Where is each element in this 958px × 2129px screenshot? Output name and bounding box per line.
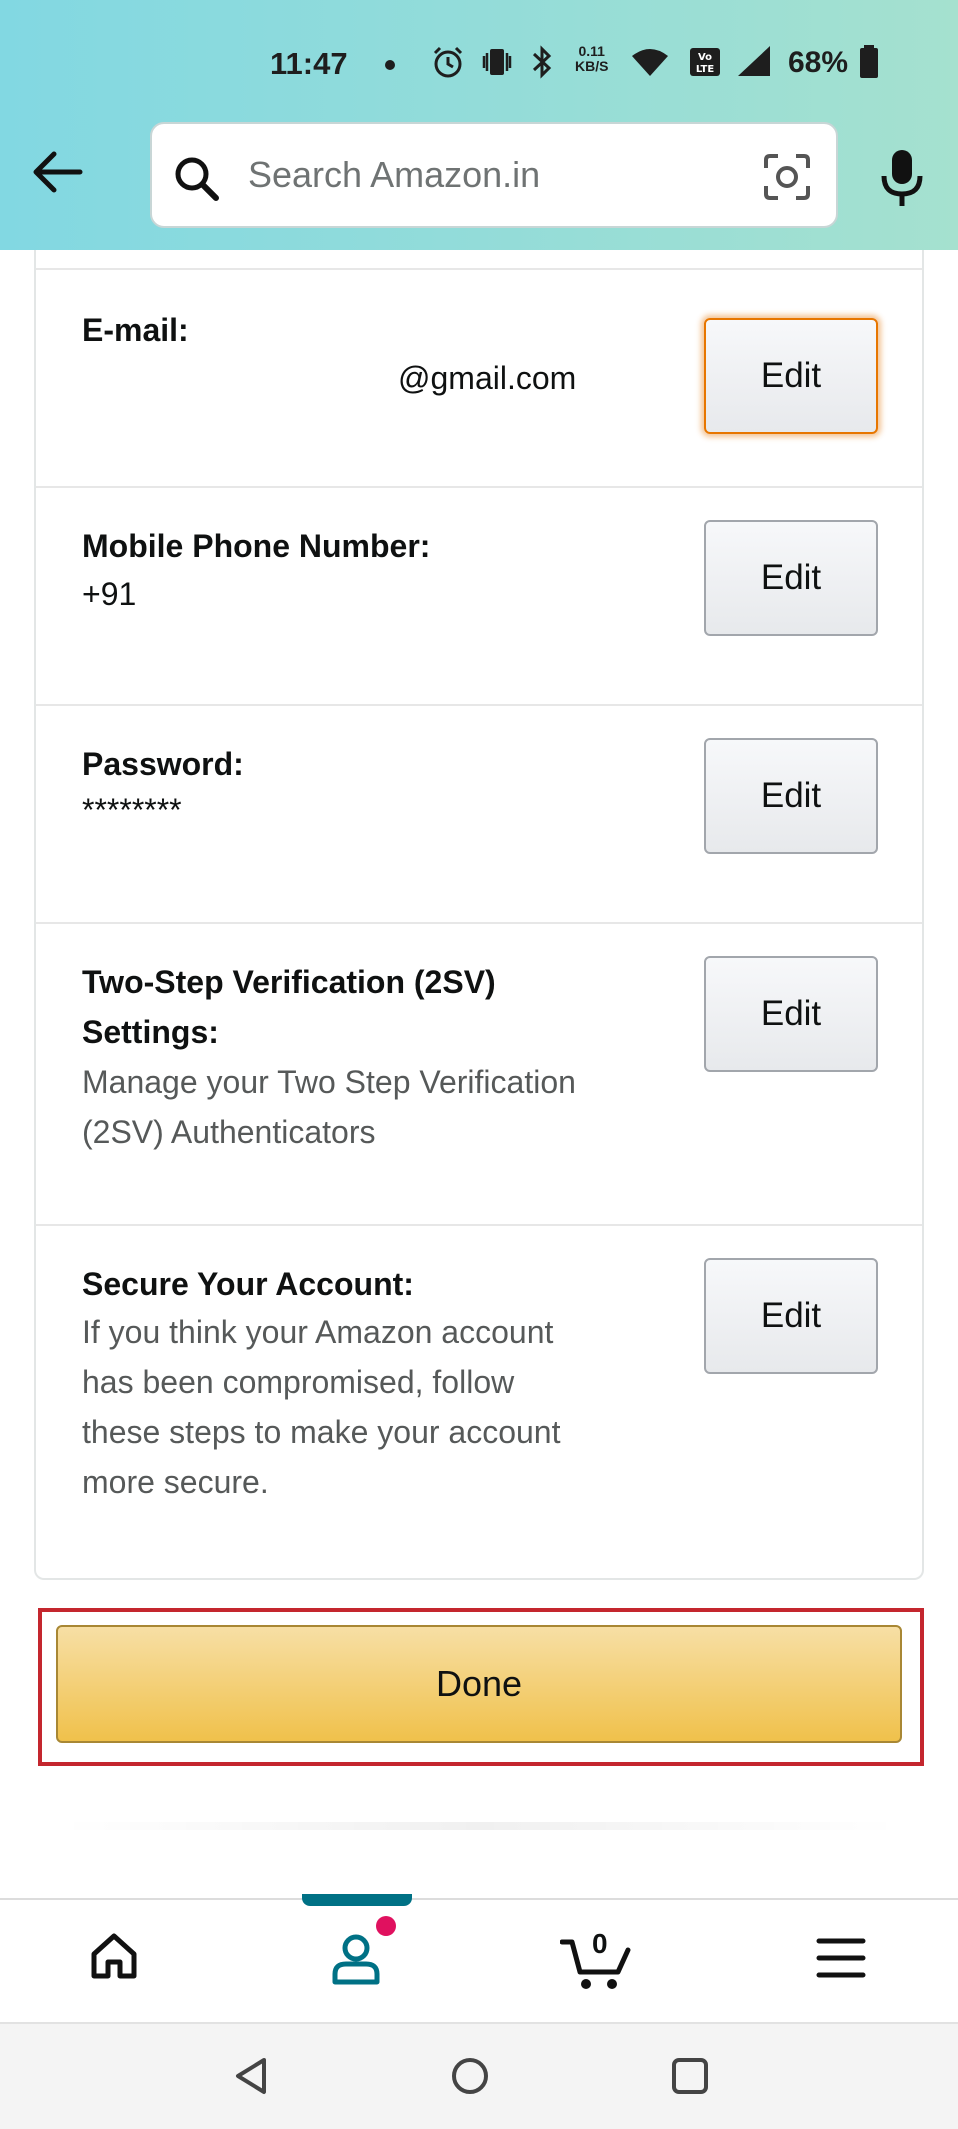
battery-percent: 68% [788,46,849,79]
two-step-row: Two-Step Verification (2SV) Settings: Ma… [36,922,922,1224]
secure-account-label: Secure Your Account: [82,1266,414,1302]
two-step-desc-line2: (2SV) Authenticators [82,1114,376,1150]
password-row: Password: ******** Edit [36,704,922,924]
secure-desc-line1: If you think your Amazon account [82,1314,554,1350]
recents-square-icon[interactable] [668,2054,712,2098]
notification-badge [376,1916,396,1936]
search-icon [175,157,219,201]
battery-icon [860,45,878,78]
menu-icon[interactable] [816,1936,866,1980]
bottom-nav-bar [0,1898,958,2020]
svg-text:LTE: LTE [696,64,715,75]
vibrate-icon [482,49,512,75]
login-security-card: E-mail: @gmail.com Edit Mobile Phone Num… [34,250,924,1580]
password-label: Password: [82,746,244,782]
email-row: E-mail: @gmail.com Edit [36,268,922,488]
secure-account-row: Secure Your Account: If you think your A… [36,1224,922,1578]
two-step-edit-button[interactable]: Edit [704,956,878,1072]
email-label: E-mail: [82,312,189,348]
phone-label: Mobile Phone Number: [82,528,431,564]
network-speed-unit: KB/S [575,58,609,74]
bluetooth-icon [532,45,552,79]
back-arrow-icon[interactable] [30,150,84,194]
wifi-icon [632,49,668,76]
search-placeholder: Search Amazon.in [248,154,541,195]
two-step-desc-line1: Manage your Two Step Verification [82,1064,576,1100]
volte-icon: Vo LTE [690,48,720,76]
back-triangle-icon[interactable] [230,2054,274,2098]
status-time: 11:47 [270,46,348,81]
section-divider [60,1822,900,1830]
camera-scan-icon[interactable] [762,152,812,202]
secure-edit-button[interactable]: Edit [704,1258,878,1374]
secure-desc-line3: these steps to make your account [82,1414,561,1450]
active-tab-indicator [302,1894,412,1906]
cell-signal-icon [738,46,770,76]
password-edit-button[interactable]: Edit [704,738,878,854]
two-step-label-line2: Settings: [82,1014,219,1050]
status-bar: 11:47 0.11 KB/S Vo LTE 68% [0,42,958,88]
phone-edit-button[interactable]: Edit [704,520,878,636]
secure-desc-line2: has been compromised, follow [82,1364,515,1400]
two-step-label-line1: Two-Step Verification (2SV) [82,964,496,1000]
email-edit-button[interactable]: Edit [704,318,878,434]
done-button[interactable]: Done [56,1625,902,1743]
notification-dot-icon [385,60,395,70]
home-icon[interactable] [88,1930,140,1982]
system-nav-bar [0,2022,958,2129]
microphone-icon[interactable] [880,148,924,208]
account-icon[interactable] [330,1932,382,1986]
password-value: ******** [82,792,182,828]
alarm-icon [433,46,463,78]
app-header: 11:47 0.11 KB/S Vo LTE 68% Search Amazon… [0,0,958,250]
network-speed-value: 0.11 [578,43,605,59]
email-value: @gmail.com [398,360,577,396]
svg-text:Vo: Vo [698,52,712,63]
home-circle-icon[interactable] [448,2054,492,2098]
search-input[interactable]: Search Amazon.in [150,122,838,228]
phone-value: +91 [82,576,137,612]
phone-row: Mobile Phone Number: +91 Edit [36,486,922,706]
network-speed: 0.11 KB/S [575,44,608,74]
secure-desc-line4: more secure. [82,1464,269,1500]
cart-count: 0 [592,1928,608,1959]
